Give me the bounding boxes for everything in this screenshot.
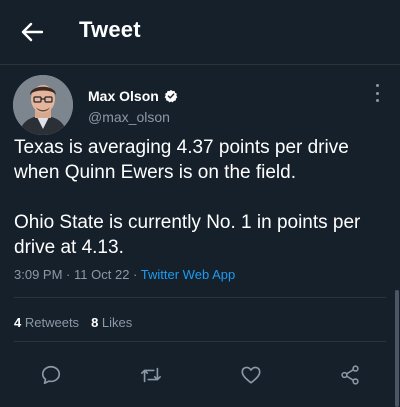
scrollbar[interactable] [395, 290, 399, 407]
retweets-label: Retweets [24, 315, 80, 330]
action-bar [0, 362, 400, 388]
back-button[interactable] [20, 20, 44, 44]
author-row[interactable]: Max Olson [88, 88, 178, 104]
arrow-left-icon [21, 22, 43, 42]
dot [375, 91, 379, 95]
meta-separator: · [133, 267, 138, 282]
page-title: Tweet [79, 17, 141, 42]
divider [0, 64, 400, 65]
retweet-button[interactable] [138, 362, 164, 388]
retweets-count: 4 [14, 315, 22, 330]
dot [375, 84, 379, 87]
author-name[interactable]: Max Olson [88, 88, 159, 104]
tweet-source-link[interactable]: Twitter Web App [141, 267, 235, 282]
avatar[interactable] [13, 75, 73, 135]
share-button[interactable] [337, 362, 363, 388]
likes-count: 8 [91, 315, 99, 330]
like-button[interactable] [238, 362, 264, 388]
verified-badge-icon [164, 89, 178, 103]
tweet-meta: 3:09 PM · 11 Oct 22 · Twitter Web App [14, 267, 235, 282]
divider [14, 297, 386, 298]
tweet-text: Texas is averaging 4.37 points per drive… [14, 137, 361, 258]
tweet-stats: 4 Retweets 8 Likes [14, 315, 132, 330]
likes-stat[interactable]: 8 Likes [91, 315, 132, 330]
divider [14, 341, 386, 342]
tweet-time[interactable]: 3:09 PM [14, 267, 62, 282]
retweets-stat[interactable]: 4 Retweets [14, 315, 79, 330]
meta-separator: · [66, 267, 71, 282]
top-bar: Tweet [0, 0, 400, 66]
reply-button[interactable] [38, 362, 64, 388]
share-icon [341, 365, 359, 385]
tweet-date[interactable]: 11 Oct 22 [74, 267, 129, 282]
author-handle[interactable]: @max_olson [88, 109, 170, 125]
like-icon [241, 366, 261, 384]
more-options-icon[interactable] [370, 84, 384, 102]
dot [375, 99, 379, 102]
avatar-image [13, 75, 73, 135]
likes-label: Likes [101, 315, 133, 330]
retweet-icon [141, 367, 161, 383]
reply-icon [41, 365, 61, 385]
